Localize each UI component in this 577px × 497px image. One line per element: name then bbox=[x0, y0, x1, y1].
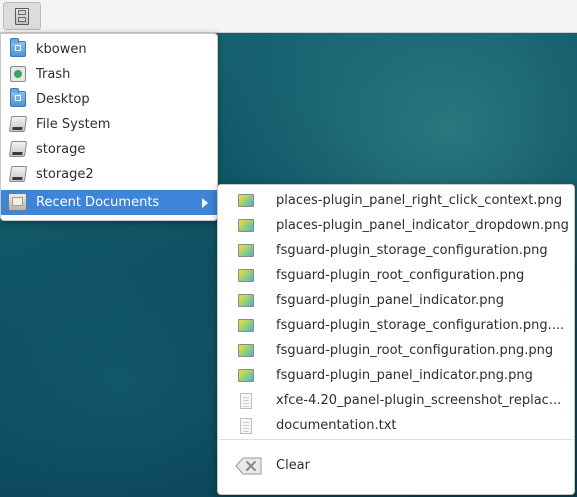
recent-file-item[interactable]: fsguard-plugin_panel_indicator.png bbox=[218, 288, 574, 313]
file-cabinet-icon bbox=[15, 8, 29, 25]
recent-file-label: fsguard-plugin_root_configuration.png bbox=[276, 268, 525, 283]
places-item-label: kbowen bbox=[36, 42, 87, 57]
clear-icon bbox=[235, 457, 262, 475]
places-item-file-system[interactable]: File System bbox=[1, 112, 217, 137]
recent-file-label: fsguard-plugin_panel_indicator.png.png bbox=[276, 368, 533, 383]
drive-icon bbox=[8, 166, 28, 182]
recent-file-label: fsguard-plugin_panel_indicator.png bbox=[276, 293, 505, 308]
recent-file-item[interactable]: fsguard-plugin_panel_indicator.png.png bbox=[218, 363, 574, 388]
places-item-label: File System bbox=[36, 117, 111, 132]
text-file-icon bbox=[240, 418, 252, 434]
recent-documents-icon bbox=[8, 193, 27, 211]
recent-file-label: places-plugin_panel_right_click_context.… bbox=[276, 193, 563, 208]
places-item-storage[interactable]: storage bbox=[1, 137, 217, 162]
recent-file-label: fsguard-plugin_root_configuration.png.pn… bbox=[276, 343, 554, 358]
recent-file-item[interactable]: fsguard-plugin_root_configuration.png.pn… bbox=[218, 338, 574, 363]
drive-icon bbox=[8, 116, 28, 132]
places-item-trash[interactable]: Trash bbox=[1, 62, 217, 87]
image-file-icon bbox=[238, 319, 254, 332]
places-item-label: Recent Documents bbox=[36, 195, 160, 210]
places-plugin-button[interactable] bbox=[3, 2, 41, 30]
recent-file-item[interactable]: documentation.txt bbox=[218, 413, 574, 438]
places-item-label: storage bbox=[36, 142, 86, 157]
recent-file-item[interactable]: places-plugin_panel_indicator_dropdown.p… bbox=[218, 213, 574, 238]
recent-file-item[interactable]: xfce-4.20_panel-plugin_screenshot_replac… bbox=[218, 388, 574, 413]
home-folder-icon bbox=[10, 38, 26, 57]
menu-separator bbox=[219, 439, 573, 440]
recent-file-label: documentation.txt bbox=[276, 418, 397, 433]
text-file-icon bbox=[240, 393, 252, 409]
recent-file-label: fsguard-plugin_storage_configuration.png bbox=[276, 243, 548, 258]
recent-file-label: xfce-4.20_panel-plugin_screenshot_replac… bbox=[276, 393, 562, 408]
places-item-home[interactable]: kbowen bbox=[1, 37, 217, 62]
recent-file-item[interactable]: places-plugin_panel_right_click_context.… bbox=[218, 188, 574, 213]
image-file-icon bbox=[238, 369, 254, 382]
top-panel bbox=[0, 0, 577, 33]
recent-file-item[interactable]: fsguard-plugin_storage_configuration.png bbox=[218, 238, 574, 263]
image-file-icon bbox=[238, 269, 254, 282]
submenu-arrow-icon bbox=[202, 198, 208, 208]
image-file-icon bbox=[238, 344, 254, 357]
image-file-icon bbox=[238, 294, 254, 307]
places-item-desktop[interactable]: Desktop bbox=[1, 87, 217, 112]
desktop-folder-icon bbox=[10, 88, 26, 107]
drive-icon bbox=[8, 141, 28, 157]
trash-icon bbox=[10, 66, 26, 82]
recent-file-item[interactable]: fsguard-plugin_storage_configuration.png… bbox=[218, 313, 574, 338]
image-file-icon bbox=[238, 244, 254, 257]
recent-file-item[interactable]: fsguard-plugin_root_configuration.png bbox=[218, 263, 574, 288]
recent-file-label: fsguard-plugin_storage_configuration.png… bbox=[276, 318, 565, 333]
places-item-storage2[interactable]: storage2 bbox=[1, 162, 217, 187]
places-menu: kbowen Trash Desktop File System storage… bbox=[0, 33, 218, 221]
clear-label: Clear bbox=[276, 458, 310, 473]
places-item-label: storage2 bbox=[36, 167, 94, 182]
image-file-icon bbox=[238, 194, 254, 207]
recent-file-label: places-plugin_panel_indicator_dropdown.p… bbox=[276, 218, 569, 233]
places-item-recent-documents[interactable]: Recent Documents bbox=[1, 190, 217, 215]
recent-documents-submenu: places-plugin_panel_right_click_context.… bbox=[217, 184, 575, 495]
image-file-icon bbox=[238, 219, 254, 232]
places-item-label: Desktop bbox=[36, 92, 90, 107]
places-item-label: Trash bbox=[36, 67, 71, 82]
clear-button[interactable] bbox=[218, 453, 574, 478]
